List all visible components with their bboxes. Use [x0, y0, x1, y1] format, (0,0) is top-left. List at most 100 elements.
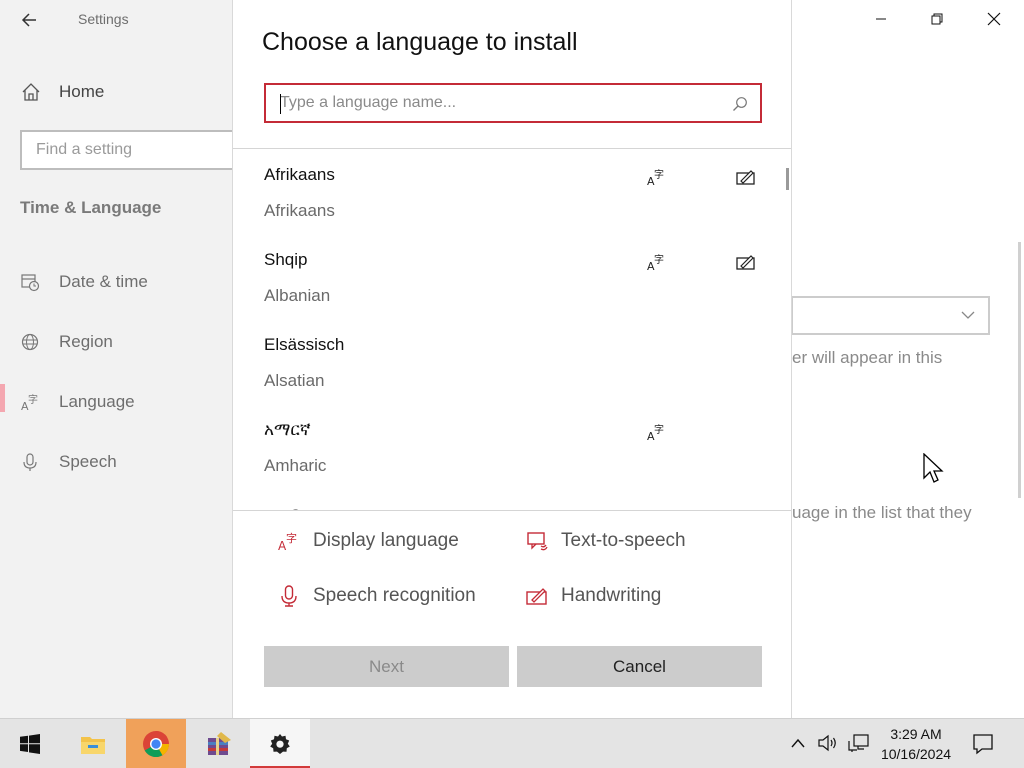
- back-arrow-icon: [21, 13, 36, 27]
- minimize-icon: [876, 18, 886, 20]
- language-list-item[interactable]: Shqip Albanian A 字: [233, 234, 791, 319]
- search-icon[interactable]: [732, 96, 748, 112]
- display-language-icon: A 字: [647, 423, 664, 442]
- language-icon: A 字: [21, 393, 38, 412]
- display-language-icon: A 字: [647, 168, 664, 187]
- legend-label: Speech recognition: [313, 585, 476, 606]
- svg-text:字: 字: [654, 168, 664, 181]
- restore-button[interactable]: [909, 0, 965, 38]
- app-title: Settings: [78, 11, 129, 27]
- chevron-down-icon: [961, 311, 975, 319]
- nav-item-label: Speech: [59, 452, 117, 471]
- language-english-name: Amharic: [264, 456, 327, 475]
- nav-item-label: Language: [59, 392, 135, 411]
- language-native-name: አማርኛ: [264, 420, 311, 439]
- legend-label: Text-to-speech: [561, 530, 686, 551]
- text-caret: [280, 94, 281, 114]
- legend-handwriting: Handwriting: [526, 582, 756, 610]
- mouse-cursor-icon: [923, 453, 944, 483]
- main-dropdown[interactable]: [791, 296, 990, 335]
- settings-sidebar: Settings Home Time & Language Date & tim…: [0, 0, 250, 718]
- nav-item-label: Date & time: [59, 272, 148, 291]
- archive-tool-icon: [208, 732, 231, 755]
- language-native-name: Shqip: [264, 250, 308, 269]
- text-to-speech-icon: [527, 532, 548, 551]
- microphone-icon: [23, 453, 37, 471]
- language-english-name: Alsatian: [264, 371, 325, 390]
- nav-item-speech[interactable]: Speech: [0, 442, 233, 482]
- close-icon: [987, 12, 1001, 26]
- main-scrollbar[interactable]: [1018, 242, 1021, 498]
- language-list-item[interactable]: Elsässisch Alsatian: [233, 319, 791, 404]
- legend-text-to-speech: Text-to-speech: [526, 527, 756, 555]
- choose-language-dialog: Choose a language to install Afrikaans A…: [232, 0, 792, 718]
- globe-icon: [21, 333, 39, 351]
- taskbar: 3:29 AM 10/16/2024: [0, 718, 1024, 768]
- action-center-icon[interactable]: [972, 733, 994, 755]
- language-search-box[interactable]: [264, 83, 762, 123]
- close-button[interactable]: [966, 0, 1022, 38]
- nav-item-region[interactable]: Region: [0, 322, 233, 362]
- partially-hidden-item: [293, 509, 299, 510]
- language-native-name: Afrikaans: [264, 165, 335, 184]
- section-title: Time & Language: [20, 198, 162, 217]
- legend-speech-recognition: Speech recognition: [278, 582, 508, 610]
- back-button[interactable]: [14, 6, 46, 34]
- handwriting-icon: [526, 588, 547, 605]
- taskbar-archive-tool[interactable]: [189, 719, 249, 768]
- network-icon[interactable]: [848, 733, 870, 753]
- chevron-up-icon[interactable]: [790, 737, 806, 749]
- main-description-text: uage in the list that they: [792, 503, 972, 522]
- next-button[interactable]: Next: [264, 646, 509, 687]
- windows-start-icon: [20, 734, 40, 754]
- svg-text:字: 字: [286, 531, 297, 545]
- microphone-icon: [281, 585, 297, 607]
- minimize-button[interactable]: [853, 0, 909, 38]
- calendar-clock-icon: [21, 274, 40, 292]
- svg-text:字: 字: [654, 253, 664, 266]
- start-button[interactable]: [0, 719, 60, 768]
- language-english-name: Afrikaans: [264, 201, 335, 220]
- svg-text:字: 字: [654, 423, 664, 436]
- nav-home-label: Home: [59, 82, 105, 101]
- restore-icon: [931, 13, 943, 25]
- handwriting-icon: [736, 255, 755, 270]
- legend-label: Display language: [313, 530, 459, 551]
- find-setting-input[interactable]: [22, 132, 248, 168]
- home-icon: [22, 83, 40, 101]
- divider: [233, 510, 791, 511]
- clock-time: 3:29 AM: [890, 726, 942, 742]
- language-list-item-partial[interactable]: [233, 489, 791, 510]
- taskbar-clock[interactable]: 3:29 AM 10/16/2024: [870, 724, 962, 764]
- legend-label: Handwriting: [561, 585, 662, 606]
- language-list-scrollbar[interactable]: [786, 168, 789, 190]
- taskbar-file-explorer[interactable]: [63, 719, 123, 768]
- find-setting-box[interactable]: [20, 130, 250, 170]
- language-list-item[interactable]: Afrikaans Afrikaans A 字: [233, 149, 791, 234]
- legend-display-language: A 字 Display language: [278, 527, 508, 555]
- file-explorer-icon: [81, 737, 105, 754]
- handwriting-icon: [736, 170, 755, 185]
- taskbar-settings[interactable]: [250, 719, 310, 768]
- volume-icon[interactable]: [817, 733, 839, 753]
- active-indicator: [0, 384, 5, 412]
- clock-date: 10/16/2024: [880, 746, 952, 762]
- settings-gear-icon: [270, 734, 290, 754]
- taskbar-chrome[interactable]: [126, 719, 186, 768]
- language-english-name: Albanian: [264, 286, 331, 305]
- nav-item-language[interactable]: A 字 Language: [0, 382, 233, 422]
- main-description-text: er will appear in this: [792, 348, 943, 367]
- dialog-title: Choose a language to install: [262, 28, 578, 56]
- language-list-item[interactable]: አማርኛ Amharic A 字: [233, 404, 791, 489]
- nav-item-label: Region: [59, 332, 113, 351]
- svg-text:字: 字: [28, 393, 38, 406]
- display-language-icon: A 字: [278, 531, 297, 552]
- nav-home[interactable]: Home: [20, 78, 104, 106]
- display-language-icon: A 字: [647, 253, 664, 272]
- language-native-name: Elsässisch: [264, 335, 345, 354]
- language-search-input[interactable]: [266, 85, 760, 121]
- language-list: Afrikaans Afrikaans A 字 Shqip Albanian A…: [233, 149, 791, 510]
- nav-item-date-time[interactable]: Date & time: [0, 262, 233, 302]
- cancel-button[interactable]: Cancel: [517, 646, 762, 687]
- chrome-icon: [143, 730, 170, 758]
